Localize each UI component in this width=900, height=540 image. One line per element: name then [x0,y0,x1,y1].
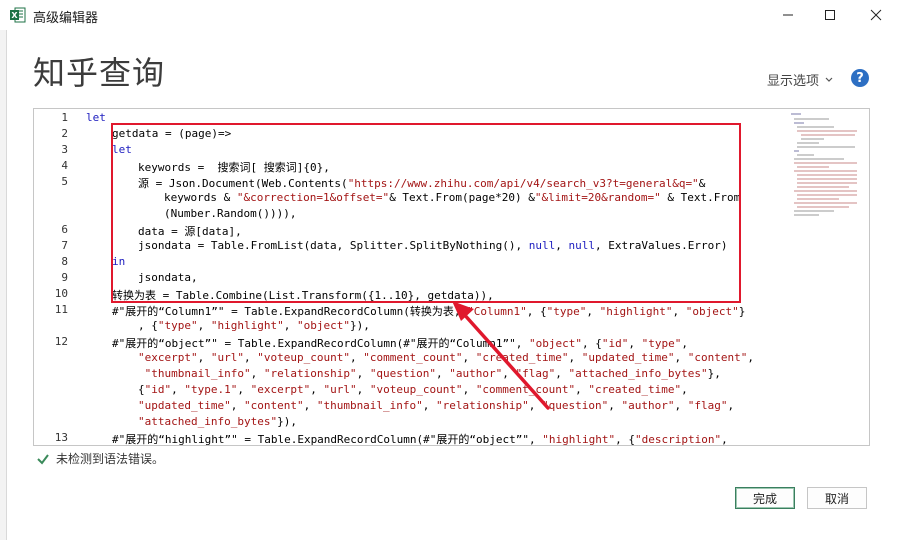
title-bar: X 高级编辑器 [0,0,900,30]
minimize-icon [783,14,793,16]
line-number: 11 [54,303,68,316]
chevron-down-icon [825,77,833,82]
code-line[interactable]: , {"type", "highlight", "object"}), [138,319,370,332]
code-line[interactable]: "excerpt", "url", "voteup_count", "comme… [138,351,754,364]
line-number: 2 [61,127,68,140]
close-icon [870,9,882,21]
window-title: 高级编辑器 [33,11,99,26]
close-button[interactable] [854,0,898,30]
maximize-button[interactable] [808,0,852,30]
query-name: 知乎查询 [33,54,166,92]
checkmark-icon [37,453,49,465]
code-line[interactable]: let [86,111,106,124]
maximize-icon [825,10,835,20]
line-number: 4 [61,159,68,172]
line-number: 12 [54,335,68,348]
excel-icon: X [10,7,26,23]
code-editor[interactable]: 1 2 3 4 5 6 7 8 9 10 11 12 13 let getdata = (page)=> l… [33,108,870,446]
background-window-edge [0,0,7,540]
line-number: 1 [61,111,68,124]
line-number: 3 [61,143,68,156]
display-options-dropdown[interactable]: 显示选项 [767,70,833,89]
line-number: 13 [54,431,68,444]
code-line[interactable]: #"展开的“object”" = Table.ExpandRecordColum… [112,335,688,351]
display-options-label: 显示选项 [767,74,820,89]
syntax-status: 未检测到语法错误。 [36,450,164,467]
cancel-button[interactable]: 取消 [807,487,867,509]
code-line[interactable]: "attached_info_bytes"}), [138,415,297,428]
code-minimap[interactable] [789,111,859,221]
code-line[interactable]: #"展开的“Column1”" = Table.ExpandRecordColu… [112,303,745,319]
code-line[interactable]: #"展开的“highlight”" = Table.ExpandRecordCo… [112,431,728,445]
line-number: 6 [61,223,68,236]
line-number-gutter: 1 2 3 4 5 6 7 8 9 10 11 12 13 [34,109,78,445]
line-number: 10 [54,287,68,300]
code-line[interactable]: "thumbnail_info", "relationship", "quest… [138,367,721,380]
minimize-button[interactable] [766,0,810,30]
status-message: 未检测到语法错误。 [56,452,165,466]
line-number: 5 [61,175,68,188]
code-line[interactable]: {"id", "type.1", "excerpt", "url", "vote… [138,383,688,396]
line-number: 9 [61,271,68,284]
annotation-highlight-box [111,123,741,303]
done-button[interactable]: 完成 [735,487,795,509]
help-icon[interactable]: ? [851,69,869,87]
code-line[interactable]: "updated_time", "content", "thumbnail_in… [138,399,734,412]
svg-text:X: X [11,11,18,20]
line-number: 7 [61,239,68,252]
line-number: 8 [61,255,68,268]
